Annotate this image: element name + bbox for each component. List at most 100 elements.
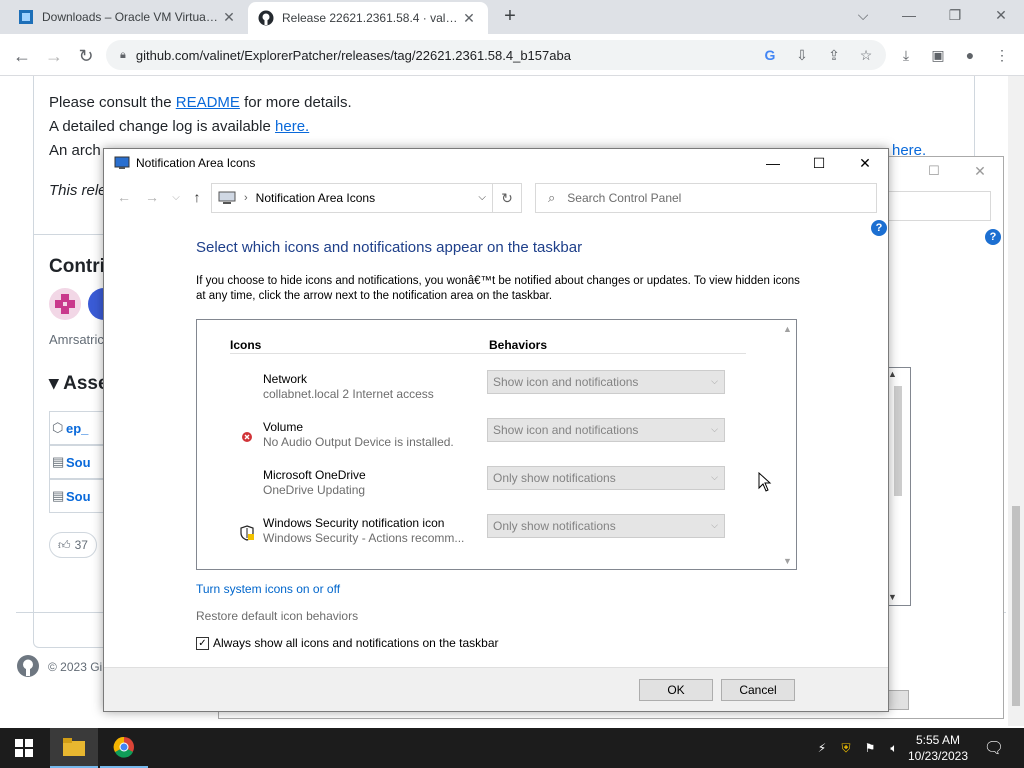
chevron-down-icon[interactable]: ⌵ xyxy=(478,192,486,203)
menu-kebab-icon[interactable]: ⋮ xyxy=(992,45,1012,65)
close-icon[interactable]: ✕ xyxy=(978,0,1024,30)
google-icon[interactable]: G xyxy=(760,45,780,65)
maximize-icon[interactable]: ☐ xyxy=(911,157,957,185)
readme-line: Please consult the README for more detai… xyxy=(49,94,352,111)
maximize-icon[interactable]: ☐ xyxy=(796,149,842,177)
shield-warning-icon[interactable]: ⛨ xyxy=(838,740,854,756)
dialog-footer: OK Cancel xyxy=(104,667,888,711)
back-arrow-icon[interactable]: ← xyxy=(114,187,134,207)
clock-date: 10/23/2023 xyxy=(907,749,969,763)
changelog-link[interactable]: here. xyxy=(275,118,309,135)
reload-icon[interactable]: ↻ xyxy=(72,42,100,70)
behavior-select[interactable]: Show icon and notifications ⌵ xyxy=(487,418,725,442)
zip-icon: ▤ xyxy=(52,454,65,469)
behavior-select[interactable]: Only show notifications ⌵ xyxy=(487,514,725,538)
help-icon[interactable]: ? xyxy=(985,229,1001,245)
column-header-behaviors: Behaviors xyxy=(489,338,548,352)
item-status: OneDrive Updating xyxy=(263,483,366,497)
always-show-checkbox[interactable]: ✓ xyxy=(196,636,209,650)
behavior-select[interactable]: Show icon and notifications ⌵ xyxy=(487,370,725,394)
help-icon[interactable]: ? xyxy=(871,220,887,236)
scroll-down-icon[interactable]: ▼ xyxy=(888,592,897,602)
chrome-taskbar-button[interactable] xyxy=(100,728,148,768)
scroll-up-icon[interactable]: ▲ xyxy=(779,320,796,337)
ok-button[interactable]: OK xyxy=(639,679,713,701)
tab-release-page[interactable]: Release 22621.2361.58.4 · valinet/Explor… xyxy=(248,2,488,34)
scroll-down-icon[interactable]: ▼ xyxy=(779,552,796,569)
header-divider xyxy=(230,353,746,354)
tab-virtualbox-downloads[interactable]: Downloads – Oracle VM VirtualBox ✕ xyxy=(8,0,248,34)
item-name: Network xyxy=(263,372,308,386)
icons-list: Icons Behaviors Network collabnet.local … xyxy=(196,319,797,570)
restore-default-link[interactable]: Restore default icon behaviors xyxy=(196,609,358,623)
minimize-icon[interactable]: — xyxy=(886,0,932,30)
page-scrollbar[interactable] xyxy=(1008,76,1024,726)
computer-icon xyxy=(218,191,236,204)
search-box[interactable] xyxy=(879,191,991,221)
turn-system-icons-link[interactable]: Turn system icons on or off xyxy=(196,582,340,596)
assets-heading[interactable]: ▾ Asse xyxy=(49,372,109,395)
profile-avatar-icon[interactable]: ● xyxy=(960,45,980,65)
asset-item[interactable]: ▤ Sou xyxy=(49,479,109,513)
close-tab-icon[interactable]: ✕ xyxy=(220,9,238,26)
close-tab-icon[interactable]: ✕ xyxy=(460,10,478,27)
mouse-cursor-icon xyxy=(758,472,772,492)
address-box[interactable]: › Notification Area Icons ⌵ xyxy=(211,183,493,213)
package-icon: ⬡ xyxy=(52,420,64,435)
back-arrow-icon[interactable]: ← xyxy=(8,42,36,70)
close-icon[interactable]: ✕ xyxy=(842,149,888,177)
reaction-button[interactable]: 👍︎ 37 xyxy=(49,532,97,558)
list-item: Windows Security notification icon Windo… xyxy=(197,514,777,556)
url-text: github.com/valinet/ExplorerPatcher/relea… xyxy=(135,47,571,63)
item-name: Volume xyxy=(263,420,304,434)
github-footer-icon[interactable] xyxy=(16,654,40,678)
asset-item[interactable]: ▤ Sou xyxy=(49,445,109,479)
volume-muted-icon[interactable]: 🔈︎ xyxy=(886,740,902,756)
readme-link[interactable]: README xyxy=(176,94,240,111)
tab-search-icon[interactable]: ⌵ xyxy=(840,0,886,30)
window-title: Notification Area Icons xyxy=(136,156,256,170)
search-control-panel-input[interactable]: ⌕ Search Control Panel xyxy=(535,183,877,213)
shield-icon xyxy=(238,524,256,542)
windows-logo-icon xyxy=(15,739,33,757)
list-scrollbar[interactable]: ▲ ▼ xyxy=(779,320,796,569)
new-tab-button[interactable]: + xyxy=(498,5,522,29)
footer-copyright: © 2023 Gi xyxy=(48,660,103,674)
forward-arrow-icon[interactable]: → xyxy=(142,187,162,207)
bookmark-star-icon[interactable]: ☆ xyxy=(856,45,876,65)
asset-item[interactable]: ⬡ ep_ xyxy=(49,411,109,445)
downloads-icon[interactable]: ⤓ xyxy=(896,45,916,65)
system-clock[interactable]: 5:55 AM 10/23/2023 xyxy=(902,732,974,764)
recent-locations-icon[interactable]: ⌵ xyxy=(166,187,186,207)
chevron-down-icon: ⌵ xyxy=(711,520,718,530)
action-center-flag-icon[interactable]: ⚑ xyxy=(862,740,878,756)
contributors-heading: Contri xyxy=(49,256,105,277)
minimize-icon[interactable]: — xyxy=(750,149,796,177)
network-disconnected-icon[interactable]: ⚡︎ xyxy=(814,740,830,756)
share-icon[interactable]: ⇪ xyxy=(824,45,844,65)
tab-title: Downloads – Oracle VM VirtualBox xyxy=(42,10,220,24)
cancel-button[interactable]: Cancel xyxy=(721,679,795,701)
list-item: Network collabnet.local 2 Internet acces… xyxy=(197,370,777,412)
forward-arrow-icon[interactable]: → xyxy=(40,42,68,70)
behavior-select[interactable]: Only show notifications ⌵ xyxy=(487,466,725,490)
scroll-up-icon[interactable]: ▲ xyxy=(888,369,897,379)
refresh-icon[interactable]: ↻ xyxy=(493,183,522,213)
side-panel-icon[interactable]: ▣ xyxy=(928,45,948,65)
virtualbox-icon xyxy=(18,9,34,25)
list-item: Volume No Audio Output Device is install… xyxy=(197,418,777,460)
always-show-label: Always show all icons and notifications … xyxy=(213,636,499,650)
install-icon[interactable]: ⇩ xyxy=(792,45,812,65)
notifications-icon[interactable]: 🗨︎ xyxy=(984,740,1004,757)
restore-icon[interactable]: ❐ xyxy=(932,0,978,30)
tab-title: Release 22621.2361.58.4 · valinet/Explor… xyxy=(282,11,460,25)
start-button[interactable] xyxy=(0,728,48,768)
up-arrow-icon[interactable]: ↑ xyxy=(187,187,207,207)
chevron-down-icon: ⌵ xyxy=(711,424,718,434)
windows-taskbar: ⚡︎ ⛨ ⚑ 🔈︎ 5:55 AM 10/23/2023 🗨︎ xyxy=(0,728,1024,768)
contributor-avatar[interactable] xyxy=(49,288,81,320)
browser-tabstrip: Downloads – Oracle VM VirtualBox ✕ Relea… xyxy=(0,0,1024,34)
close-icon[interactable]: ✕ xyxy=(957,157,1003,185)
file-explorer-taskbar-button[interactable] xyxy=(50,728,98,768)
page-heading: Select which icons and notifications app… xyxy=(196,239,583,256)
